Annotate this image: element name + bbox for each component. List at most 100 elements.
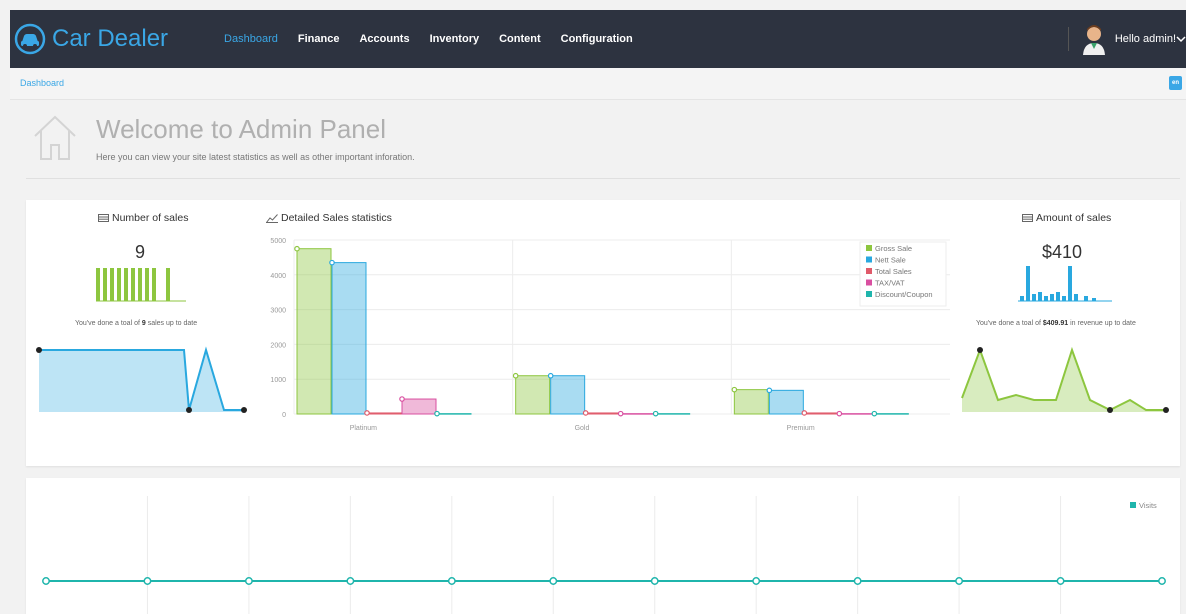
legend-label: TAX/VAT bbox=[875, 279, 905, 288]
x-tick-label: Gold bbox=[575, 425, 590, 432]
amount-of-sales-value: $410 bbox=[1042, 242, 1083, 262]
sales-count-line-chart bbox=[36, 346, 247, 413]
nav-dashboard[interactable]: Dashboard bbox=[214, 33, 288, 45]
detailed-stats-title: Detailed Sales statistics bbox=[266, 212, 392, 224]
legend-swatch bbox=[1130, 502, 1136, 508]
amount-of-sales-title: Amount of sales bbox=[1022, 212, 1111, 224]
avatar bbox=[1082, 25, 1105, 55]
user-menu[interactable]: Hello admin! bbox=[1067, 10, 1186, 68]
visits-point bbox=[549, 577, 558, 585]
nav-content[interactable]: Content bbox=[489, 33, 551, 45]
bar-total-sales bbox=[585, 412, 621, 415]
breadcrumb[interactable]: Dashboard bbox=[20, 78, 64, 88]
legend-label: Gross Sale bbox=[875, 244, 912, 253]
detailed-stats-label: Detailed Sales statistics bbox=[281, 212, 392, 224]
bar-point bbox=[512, 372, 519, 379]
visits-point bbox=[244, 577, 253, 585]
bar-discount-coupon bbox=[655, 413, 691, 415]
visits-point bbox=[346, 577, 355, 585]
visits-panel: Visits bbox=[26, 478, 1180, 614]
bar-discount-coupon bbox=[436, 413, 472, 415]
bar-tax-vat bbox=[620, 413, 656, 415]
bar-total-sales bbox=[366, 412, 402, 415]
legend-swatch bbox=[866, 279, 872, 286]
visits-line-chart: Visits bbox=[42, 496, 1166, 614]
breadcrumb-bar: Dashboard en bbox=[10, 68, 1186, 100]
sales-amount-note: You've done a toal of $409.91 in revenue… bbox=[976, 320, 1136, 327]
legend-label: Total Sales bbox=[875, 267, 912, 276]
bar-total-sales bbox=[803, 412, 839, 415]
x-tick-label: Platinum bbox=[350, 425, 377, 432]
page-subtitle: Here you can view your site latest stati… bbox=[96, 152, 415, 162]
nav-configuration[interactable]: Configuration bbox=[551, 33, 643, 45]
bar-nett-sale bbox=[331, 262, 367, 415]
bar-tax-vat bbox=[838, 413, 874, 415]
number-of-sales-label: Number of sales bbox=[112, 212, 189, 224]
y-tick-label: 1000 bbox=[270, 377, 286, 384]
bar-point bbox=[617, 410, 624, 417]
legend-swatch bbox=[866, 245, 872, 251]
legend-label: Nett Sale bbox=[875, 256, 906, 265]
x-tick-label: Premium bbox=[787, 425, 815, 432]
y-tick-label: 5000 bbox=[270, 238, 286, 245]
bar-point bbox=[836, 410, 843, 417]
logo[interactable]: Car Dealer bbox=[14, 23, 168, 55]
visits-point bbox=[1056, 577, 1065, 585]
table-icon bbox=[1022, 214, 1033, 222]
main-menu: Dashboard Finance Accounts Inventory Con… bbox=[214, 33, 643, 45]
bar-gross-sale bbox=[733, 389, 769, 415]
visits-point bbox=[447, 577, 456, 585]
bar-point bbox=[434, 410, 440, 417]
nav-inventory[interactable]: Inventory bbox=[420, 33, 490, 45]
visits-point bbox=[1158, 577, 1166, 585]
visits-point bbox=[42, 577, 50, 585]
bar-nett-sale bbox=[768, 389, 804, 415]
sales-amount-line-chart bbox=[961, 346, 1169, 413]
top-navbar: Car Dealer Dashboard Finance Accounts In… bbox=[10, 10, 1186, 68]
user-greeting: Hello admin! bbox=[1114, 33, 1176, 45]
y-tick-label: 4000 bbox=[270, 273, 286, 280]
nav-finance[interactable]: Finance bbox=[288, 33, 350, 45]
legend-swatch bbox=[866, 268, 872, 274]
y-tick-label: 2000 bbox=[270, 342, 286, 349]
divider bbox=[1067, 27, 1069, 51]
legend-swatch bbox=[866, 291, 872, 297]
bar-point bbox=[652, 410, 659, 417]
detailed-sales-bar-chart: 0 1000 2000 3000 4000 5000 Platinum Gold Premium… bbox=[270, 238, 950, 432]
amount-of-sales-label: Amount of sales bbox=[1036, 212, 1112, 224]
bar-point bbox=[547, 372, 554, 379]
bar-gross-sale bbox=[296, 248, 332, 415]
bar-tax-vat bbox=[401, 398, 437, 415]
legend-label: Visits bbox=[1139, 501, 1157, 510]
y-tick-label: 3000 bbox=[270, 308, 286, 315]
number-of-sales-title: Number of sales bbox=[98, 212, 188, 224]
visits-point bbox=[143, 577, 152, 585]
table-icon bbox=[98, 214, 109, 222]
visits-point bbox=[955, 577, 964, 585]
language-badge[interactable]: en bbox=[1168, 76, 1182, 90]
visits-point bbox=[853, 577, 862, 585]
bar-point bbox=[871, 410, 878, 417]
sales-count-note: You've done a toal of 9 sales up to date bbox=[75, 320, 198, 327]
bar-point bbox=[294, 245, 300, 252]
nav-accounts[interactable]: Accounts bbox=[349, 33, 419, 45]
sales-amount-sparkbars bbox=[1018, 266, 1112, 302]
bar-point bbox=[582, 410, 589, 416]
bar-nett-sale bbox=[550, 375, 586, 415]
bar-discount-coupon bbox=[873, 413, 909, 415]
legend-swatch bbox=[866, 256, 872, 263]
bar-point bbox=[399, 396, 405, 402]
home-icon bbox=[34, 115, 76, 160]
legend-label: Discount/Coupon bbox=[875, 290, 933, 299]
sales-count-sparkbars bbox=[96, 268, 186, 302]
visits-point bbox=[752, 577, 761, 585]
car-logo-icon bbox=[14, 23, 46, 55]
bar-point bbox=[731, 386, 738, 393]
chart-legend: Gross Sale Nett Sale Total Sales TAX/VAT Dis… bbox=[859, 241, 947, 307]
app-title: Car Dealer bbox=[52, 25, 169, 52]
bar-point bbox=[801, 410, 808, 416]
bar-point bbox=[766, 387, 773, 394]
line-chart-icon bbox=[266, 213, 278, 223]
bar-point bbox=[329, 259, 335, 266]
divider bbox=[26, 178, 1180, 179]
